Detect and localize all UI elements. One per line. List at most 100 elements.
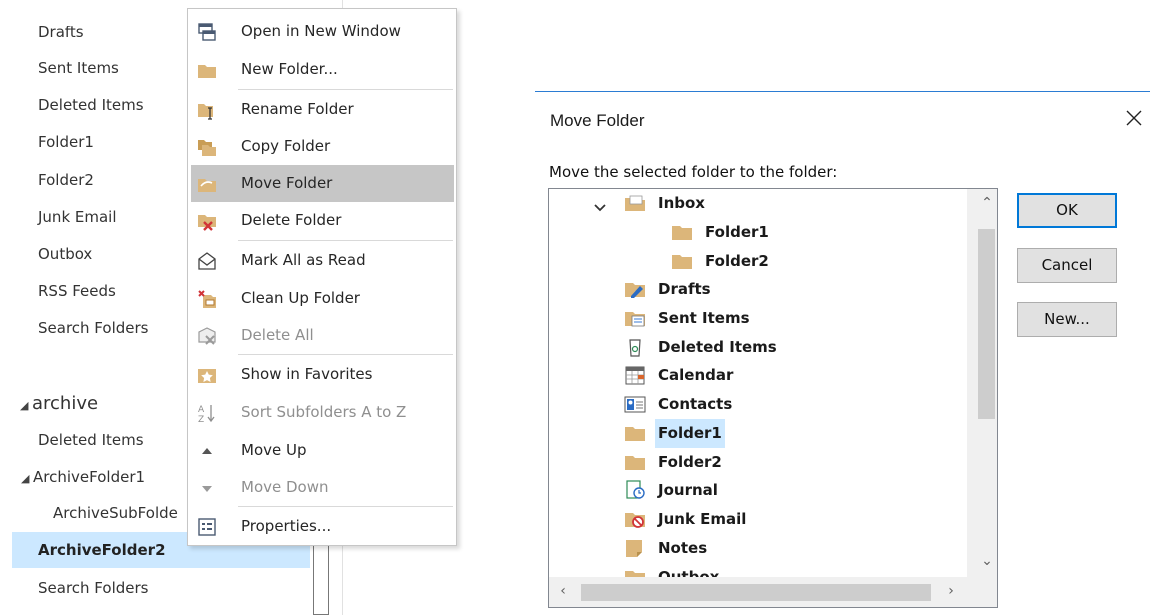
scroll-left-arrow-icon[interactable]: ‹	[555, 583, 571, 599]
star-folder-icon	[198, 369, 216, 383]
menu-item-move-up[interactable]: Move Up	[188, 432, 456, 469]
menu-item-mark-all-as-read[interactable]: Mark All as Read	[188, 242, 456, 279]
folder-item-label: RSS Feeds	[38, 282, 116, 300]
folder-item-label: Outbox	[38, 245, 93, 263]
menu-separator	[238, 89, 453, 90]
menu-item-new-folder[interactable]: New Folder...	[188, 51, 456, 88]
junk-email-icon	[625, 513, 645, 528]
tree-horizontal-scroll-thumb[interactable]	[581, 584, 931, 601]
new-window-icon	[198, 23, 216, 41]
tree-item-label: Contacts	[658, 395, 733, 413]
tree-item-label: Inbox	[658, 194, 705, 212]
menu-item-label: Rename Folder	[241, 100, 354, 118]
archive-item-archivesubfolder[interactable]: ArchiveSubFolde	[53, 495, 178, 531]
menu-item-delete-all[interactable]: Delete All	[188, 317, 456, 354]
menu-item-label: Move Folder	[241, 174, 333, 192]
folder-item-folder1[interactable]: Folder1	[38, 124, 94, 160]
menu-item-copy-folder[interactable]: Copy Folder	[188, 128, 456, 165]
ok-button[interactable]: OK	[1017, 193, 1117, 228]
menu-item-label: Delete All	[241, 326, 314, 344]
tree-item-label: Deleted Items	[658, 338, 777, 356]
triangle-down-icon	[202, 486, 212, 492]
move-folder-dialog: Move Folder Move the selected folder to …	[535, 91, 1150, 615]
menu-item-rename-folder[interactable]: Rename Folder	[188, 91, 456, 128]
menu-item-sort-subfolders[interactable]: A Z Sort Subfolders A to Z	[188, 394, 456, 431]
menu-item-move-down[interactable]: Move Down	[188, 469, 456, 506]
scrollbar-corner	[967, 577, 997, 607]
svg-text:A: A	[198, 405, 205, 415]
new-folder-button[interactable]: New...	[1017, 302, 1117, 337]
scroll-up-arrow-icon[interactable]: ⌃	[979, 195, 995, 211]
cancel-button[interactable]: Cancel	[1017, 248, 1117, 283]
tree-item-label: Drafts	[658, 280, 711, 298]
delete-folder-icon	[198, 215, 216, 231]
menu-item-label: Mark All as Read	[241, 251, 366, 269]
folder-icon	[625, 427, 645, 441]
menu-item-label: Properties...	[241, 517, 332, 535]
sent-items-icon	[625, 312, 645, 327]
folder-item-deleted-items[interactable]: Deleted Items	[38, 87, 144, 123]
folder-icon	[625, 456, 645, 470]
pane-scrollbar-thumb[interactable]	[313, 535, 329, 615]
move-folder-icon	[198, 179, 216, 192]
archive-item-search-folders[interactable]: Search Folders	[38, 570, 148, 606]
tree-item-label: Journal	[658, 481, 718, 499]
menu-separator	[238, 240, 453, 241]
folder-item-label: Junk Email	[38, 208, 117, 226]
menu-item-open-in-new-window[interactable]: Open in New Window	[188, 13, 456, 50]
menu-item-show-in-favorites[interactable]: Show in Favorites	[188, 356, 456, 393]
chevron-down-icon[interactable]	[593, 201, 607, 215]
folder-tree: Inbox Folder1 Folder2 Drafts Sent Items	[548, 188, 998, 608]
tree-horizontal-scrollbar[interactable]: ‹ ›	[549, 577, 967, 607]
clean-up-icon	[198, 290, 216, 308]
tree-item-label: Notes	[658, 539, 708, 557]
collapse-triangle-icon: ◢	[20, 399, 29, 412]
menu-item-label: Delete Folder	[241, 211, 342, 229]
folder-item-search-folders[interactable]: Search Folders	[38, 310, 148, 346]
menu-item-delete-folder[interactable]: Delete Folder	[188, 202, 456, 239]
folder-item-label: Sent Items	[38, 59, 119, 77]
tree-vertical-scroll-thumb[interactable]	[978, 229, 995, 419]
folder-item-folder2[interactable]: Folder2	[38, 162, 94, 198]
calendar-icon	[625, 366, 645, 385]
tree-vertical-scrollbar[interactable]: ⌃ ⌄	[967, 189, 997, 577]
dialog-top-border	[535, 91, 1150, 92]
archive-item-deleted-items[interactable]: Deleted Items	[38, 422, 144, 458]
folder-item-label: ArchiveFolder1	[33, 468, 146, 486]
close-icon[interactable]	[1123, 107, 1145, 129]
folder-icon	[672, 226, 692, 240]
folder-item-label: ArchiveFolder2	[38, 541, 166, 559]
folder-item-label: Deleted Items	[38, 96, 144, 114]
folder-item-rss-feeds[interactable]: RSS Feeds	[38, 273, 116, 309]
folder-item-drafts[interactable]: Drafts	[38, 26, 84, 50]
scroll-down-arrow-icon[interactable]: ⌄	[979, 553, 995, 569]
folder-item-label: Search Folders	[38, 579, 149, 597]
scroll-right-arrow-icon[interactable]: ›	[943, 583, 959, 599]
folder-item-sent-items[interactable]: Sent Items	[38, 50, 119, 86]
menu-item-label: Move Up	[241, 441, 307, 459]
archive-group-label: archive	[32, 393, 99, 414]
menu-item-clean-up-folder[interactable]: Clean Up Folder	[188, 280, 456, 317]
properties-icon	[198, 518, 216, 536]
open-envelope-icon	[198, 252, 216, 270]
tree-item-label: Sent Items	[658, 309, 750, 327]
menu-item-label: New Folder...	[241, 60, 338, 78]
folder-item-label: Folder1	[38, 133, 94, 151]
folder-item-label: Deleted Items	[38, 431, 144, 449]
menu-item-move-folder[interactable]: Move Folder	[191, 165, 454, 202]
folder-item-junk-email[interactable]: Junk Email	[38, 199, 117, 235]
archive-item-archivefolder1[interactable]: ◢ ArchiveFolder1	[21, 459, 145, 495]
folder-item-outbox[interactable]: Outbox	[38, 236, 92, 272]
recycle-bin-icon	[629, 339, 641, 357]
inbox-folder-icon	[625, 195, 645, 211]
delete-all-icon	[198, 327, 216, 345]
archive-group-header[interactable]: ◢ archive	[20, 386, 98, 422]
menu-item-properties[interactable]: Properties...	[188, 508, 456, 545]
tree-item-label: Junk Email	[658, 510, 747, 528]
menu-separator	[238, 506, 453, 507]
copy-folder-icon	[198, 140, 216, 156]
tree-item-label: Folder2	[705, 252, 769, 270]
drafts-folder-icon	[625, 283, 645, 298]
notes-icon	[626, 540, 642, 557]
svg-text:Z: Z	[198, 415, 204, 423]
